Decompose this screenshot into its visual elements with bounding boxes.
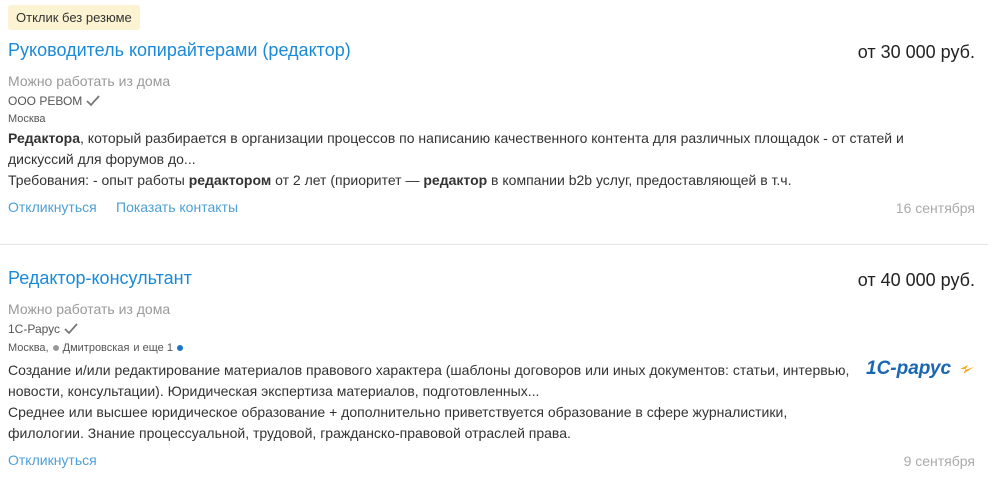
company-name[interactable]: 1С-Рарус [8,322,78,336]
metro-dot-icon [176,345,183,351]
check-icon [64,323,78,335]
description-snippet: Создание и/или редактирование материалов… [8,362,850,399]
city-label: Москва, [8,342,49,354]
metro-station: Дмитровская [62,342,130,354]
vacancy-title[interactable]: Редактор-консультант [8,268,192,289]
company-link[interactable]: 1С-Рарус [8,322,60,336]
city-metro-line: Москва, Дмитровская и еще 1 [8,342,183,354]
remote-label: Можно работать из дома [8,301,171,317]
divider [0,244,988,245]
company-logo[interactable]: 1C-рарус [864,357,976,379]
vacancy-salary: от 40 000 руб. [857,270,975,290]
vacancy-description: Создание и/или редактирование материалов… [8,360,858,444]
vacancy-date: 9 сентября [903,453,975,469]
requirements-snippet: Среднее или высшее юридическое образован… [8,404,788,441]
metro-more[interactable]: и еще 1 [133,342,173,354]
respond-button[interactable]: Откликнуться [8,452,97,468]
logo-text: 1C-рарус [866,358,951,379]
metro-dot-icon [52,345,59,351]
vacancy-card: Редактор-консультант от 40 000 руб. Можн… [0,0,988,469]
